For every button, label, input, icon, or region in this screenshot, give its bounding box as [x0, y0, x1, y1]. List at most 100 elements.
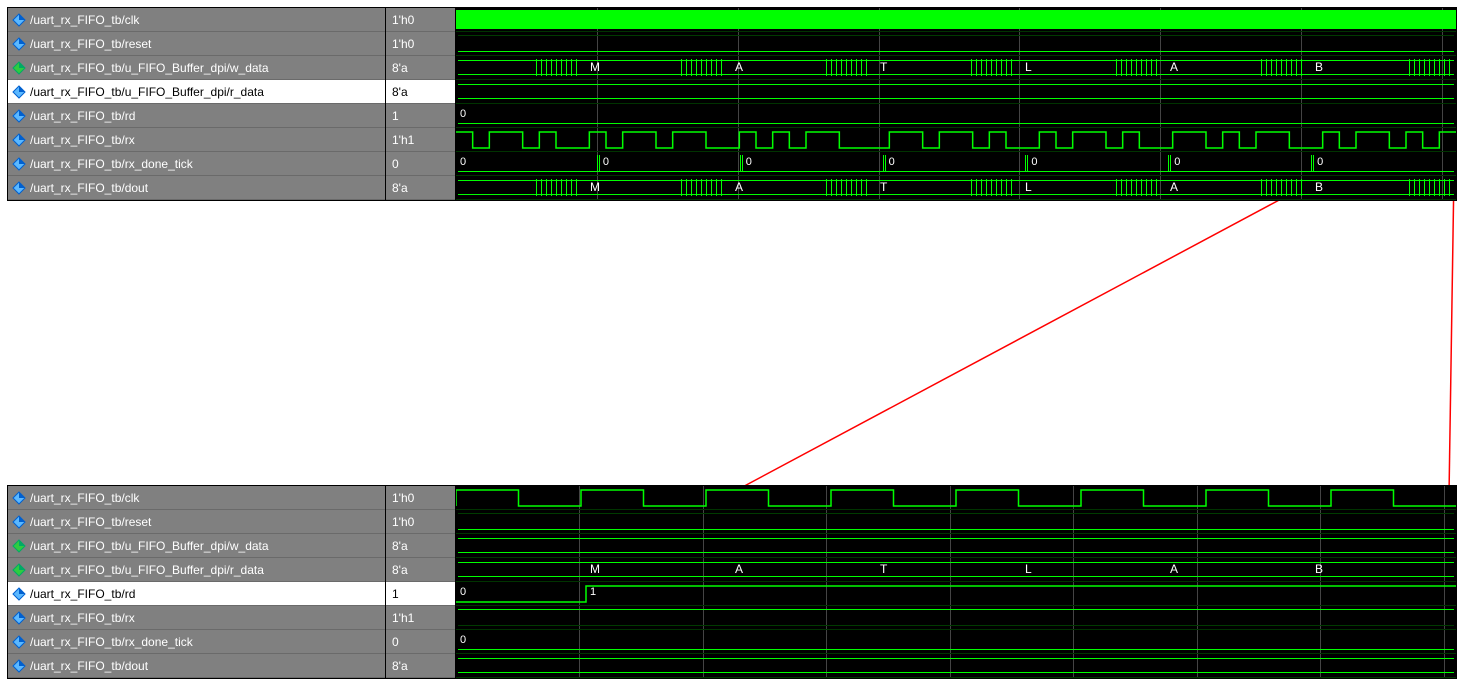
- signal-value[interactable]: 1'h0: [386, 8, 455, 32]
- signal-diamond-icon: [12, 563, 26, 577]
- signal-name-label: /uart_rx_FIFO_tb/clk: [30, 13, 139, 27]
- signal-row[interactable]: /uart_rx_FIFO_tb/rx: [8, 606, 385, 630]
- signal-value[interactable]: 1'h0: [386, 510, 455, 534]
- signal-name-label: /uart_rx_FIFO_tb/dout: [30, 659, 148, 673]
- bus-value-label: B: [1315, 60, 1323, 74]
- signal-diamond-icon: [12, 109, 26, 123]
- signal-value[interactable]: 8'a: [386, 56, 455, 80]
- signal-diamond-icon: [12, 491, 26, 505]
- bus-value-label: M: [590, 562, 600, 576]
- wave-row[interactable]: [456, 510, 1456, 534]
- bus-value-label: A: [1170, 562, 1178, 576]
- bus-value-label: T: [880, 180, 887, 194]
- wave-row[interactable]: [456, 32, 1456, 56]
- bus-value-label: L: [1025, 60, 1032, 74]
- wave-row[interactable]: [456, 80, 1456, 104]
- signal-name-label: /uart_rx_FIFO_tb/u_FIFO_Buffer_dpi/w_dat…: [30, 539, 269, 553]
- signal-row[interactable]: /uart_rx_FIFO_tb/reset: [8, 32, 385, 56]
- signal-row[interactable]: /uart_rx_FIFO_tb/rd: [8, 582, 385, 606]
- wave-value-label: 0: [460, 108, 466, 120]
- waveform-pane[interactable]: MATLAB010: [456, 486, 1456, 678]
- signal-diamond-icon: [12, 587, 26, 601]
- bus-value-label: T: [880, 60, 887, 74]
- wave-row[interactable]: [456, 654, 1456, 678]
- signal-name-label: /uart_rx_FIFO_tb/rx_done_tick: [30, 635, 193, 649]
- signal-name-label: /uart_rx_FIFO_tb/rx: [30, 133, 135, 147]
- signal-value[interactable]: 8'a: [386, 80, 455, 104]
- signal-diamond-icon: [12, 635, 26, 649]
- signal-name-label: /uart_rx_FIFO_tb/clk: [30, 491, 139, 505]
- signal-diamond-icon: [12, 85, 26, 99]
- wave-value-label: 0: [460, 634, 466, 646]
- signal-name-label: /uart_rx_FIFO_tb/rd: [30, 109, 135, 123]
- signal-row[interactable]: /uart_rx_FIFO_tb/u_FIFO_Buffer_dpi/r_dat…: [8, 80, 385, 104]
- signal-row[interactable]: /uart_rx_FIFO_tb/rx_done_tick: [8, 152, 385, 176]
- wave-row[interactable]: [456, 486, 1456, 510]
- wave-row[interactable]: 01: [456, 582, 1456, 606]
- signal-row[interactable]: /uart_rx_FIFO_tb/rx: [8, 128, 385, 152]
- wave-row[interactable]: 0000000: [456, 152, 1456, 176]
- signal-name-label: /uart_rx_FIFO_tb/reset: [30, 37, 151, 51]
- signal-name-label: /uart_rx_FIFO_tb/dout: [30, 181, 148, 195]
- signal-value[interactable]: 8'a: [386, 558, 455, 582]
- signal-diamond-icon: [12, 133, 26, 147]
- signal-name-label: /uart_rx_FIFO_tb/reset: [30, 515, 151, 529]
- signal-diamond-icon: [12, 539, 26, 553]
- signal-diamond-icon: [12, 13, 26, 27]
- signal-diamond-icon: [12, 181, 26, 195]
- signal-value[interactable]: 1'h1: [386, 128, 455, 152]
- wave-row[interactable]: [456, 534, 1456, 558]
- signal-row[interactable]: /uart_rx_FIFO_tb/dout: [8, 654, 385, 678]
- signal-value[interactable]: 1: [386, 582, 455, 606]
- bus-value-label: L: [1025, 562, 1032, 576]
- bus-value-label: L: [1025, 180, 1032, 194]
- signal-row[interactable]: /uart_rx_FIFO_tb/clk: [8, 8, 385, 32]
- signal-row[interactable]: /uart_rx_FIFO_tb/reset: [8, 510, 385, 534]
- signal-name-label: /uart_rx_FIFO_tb/u_FIFO_Buffer_dpi/r_dat…: [30, 85, 264, 99]
- signal-row[interactable]: /uart_rx_FIFO_tb/rd: [8, 104, 385, 128]
- signal-row[interactable]: /uart_rx_FIFO_tb/u_FIFO_Buffer_dpi/w_dat…: [8, 534, 385, 558]
- signal-value[interactable]: 1'h0: [386, 486, 455, 510]
- signal-value-pane[interactable]: 1'h01'h08'a8'a11'h108'a: [386, 486, 456, 678]
- wave-row[interactable]: 0: [456, 630, 1456, 654]
- signal-row[interactable]: /uart_rx_FIFO_tb/u_FIFO_Buffer_dpi/w_dat…: [8, 56, 385, 80]
- signal-value[interactable]: 8'a: [386, 534, 455, 558]
- signal-name-pane[interactable]: /uart_rx_FIFO_tb/clk /uart_rx_FIFO_tb/re…: [8, 8, 386, 200]
- signal-value[interactable]: 1'h1: [386, 606, 455, 630]
- signal-name-pane[interactable]: /uart_rx_FIFO_tb/clk /uart_rx_FIFO_tb/re…: [8, 486, 386, 678]
- wave-viewer-top: /uart_rx_FIFO_tb/clk /uart_rx_FIFO_tb/re…: [7, 7, 1457, 201]
- bus-value-label: M: [590, 60, 600, 74]
- signal-diamond-icon: [12, 659, 26, 673]
- wave-row[interactable]: [456, 606, 1456, 630]
- wave-row[interactable]: 0: [456, 104, 1456, 128]
- bus-value-label: B: [1315, 180, 1323, 194]
- signal-name-label: /uart_rx_FIFO_tb/rx_done_tick: [30, 157, 193, 171]
- wave-viewer-bottom: /uart_rx_FIFO_tb/clk /uart_rx_FIFO_tb/re…: [7, 485, 1457, 679]
- signal-value[interactable]: 0: [386, 630, 455, 654]
- bus-value-label: M: [590, 180, 600, 194]
- signal-row[interactable]: /uart_rx_FIFO_tb/dout: [8, 176, 385, 200]
- signal-name-label: /uart_rx_FIFO_tb/rx: [30, 611, 135, 625]
- wave-row[interactable]: MATLAB: [456, 56, 1456, 80]
- signal-diamond-icon: [12, 611, 26, 625]
- bus-value-label: A: [735, 562, 743, 576]
- wave-row[interactable]: MATLAB: [456, 558, 1456, 582]
- wave-row[interactable]: MATLAB: [456, 176, 1456, 200]
- waveform-pane[interactable]: MATLAB00000000MATLAB: [456, 8, 1456, 200]
- signal-value[interactable]: 1'h0: [386, 32, 455, 56]
- wave-row[interactable]: [456, 8, 1456, 32]
- signal-value[interactable]: 1: [386, 104, 455, 128]
- signal-name-label: /uart_rx_FIFO_tb/rd: [30, 587, 135, 601]
- signal-value[interactable]: 8'a: [386, 176, 455, 200]
- signal-row[interactable]: /uart_rx_FIFO_tb/clk: [8, 486, 385, 510]
- signal-row[interactable]: /uart_rx_FIFO_tb/rx_done_tick: [8, 630, 385, 654]
- signal-value[interactable]: 8'a: [386, 654, 455, 678]
- signal-name-label: /uart_rx_FIFO_tb/u_FIFO_Buffer_dpi/w_dat…: [30, 61, 269, 75]
- wave-row[interactable]: [456, 128, 1456, 152]
- signal-diamond-icon: [12, 37, 26, 51]
- signal-row[interactable]: /uart_rx_FIFO_tb/u_FIFO_Buffer_dpi/r_dat…: [8, 558, 385, 582]
- signal-value-pane[interactable]: 1'h01'h08'a8'a11'h108'a: [386, 8, 456, 200]
- signal-value[interactable]: 0: [386, 152, 455, 176]
- bus-value-label: B: [1315, 562, 1323, 576]
- signal-diamond-icon: [12, 515, 26, 529]
